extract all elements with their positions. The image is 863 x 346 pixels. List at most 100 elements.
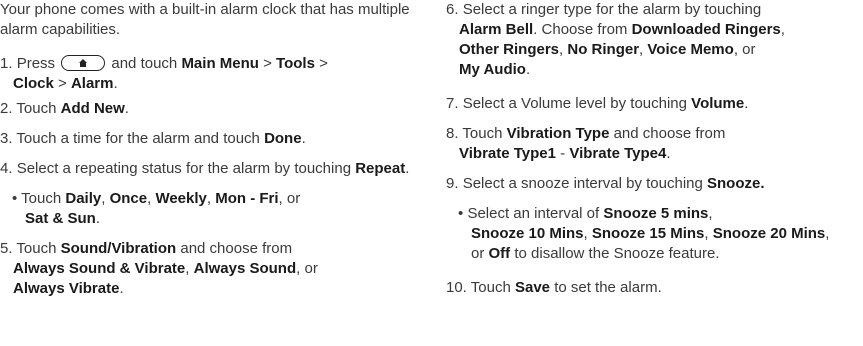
comma: , xyxy=(639,41,644,58)
period: . xyxy=(525,61,531,78)
comma: , xyxy=(704,225,709,242)
step-6: 6. Select a ringer type for the alarm by… xyxy=(446,0,863,80)
other-ringers-label: Other Ringers xyxy=(459,41,560,58)
snooze-label: Snooze. xyxy=(707,175,765,192)
comma: , xyxy=(101,190,106,207)
repeat-label: Repeat xyxy=(355,160,406,177)
period: . xyxy=(744,95,749,112)
step-number: 6. xyxy=(446,1,459,18)
comma: , xyxy=(559,41,564,58)
comma-or: , or xyxy=(733,41,756,58)
comma: , xyxy=(780,21,785,38)
step-number: 7. xyxy=(446,95,459,112)
step-10: 10. Touch Save to set the alarm. xyxy=(446,278,863,298)
my-audio-label: My Audio xyxy=(459,61,526,78)
step-text: . Choose from xyxy=(533,21,628,38)
alarm-label: Alarm xyxy=(70,75,114,92)
comma-or: , or xyxy=(296,260,318,277)
alarm-bell-label: Alarm Bell xyxy=(459,21,534,38)
step-3: 3. Touch a time for the alarm and touch … xyxy=(0,129,412,149)
done-label: Done xyxy=(264,130,302,147)
step-text: and choose from xyxy=(613,125,726,142)
snooze-10-label: Snooze 10 Mins xyxy=(471,225,584,242)
dash: - xyxy=(556,145,570,162)
clock-label: Clock xyxy=(13,75,54,92)
step-4: 4. Select a repeating status for the ala… xyxy=(0,159,412,229)
sat-sun-label: Sat & Sun xyxy=(25,210,96,227)
snooze-5-label: Snooze 5 mins xyxy=(603,205,709,222)
step-number: 10. xyxy=(446,279,467,296)
step-text: Touch a time for the alarm and touch xyxy=(16,130,260,147)
step-number: 2. xyxy=(0,100,13,117)
step-number: 4. xyxy=(0,160,13,177)
daily-label: Daily xyxy=(65,190,102,207)
step-number: 9. xyxy=(446,175,459,192)
step-text: and choose from xyxy=(180,240,293,257)
step-number: 1. xyxy=(0,55,13,72)
step-4-sub: • Touch Daily, Once, Weekly, Mon - Fri, … xyxy=(0,189,412,229)
weekly-label: Weekly xyxy=(155,190,207,207)
vibrate-type1-label: Vibrate Type1 xyxy=(459,145,556,162)
step-text: Select a ringer type for the alarm by to… xyxy=(462,1,762,18)
step-8: 8. Touch Vibration Type and choose from … xyxy=(446,124,863,164)
period: . xyxy=(666,145,671,162)
snooze-20-label: Snooze 20 Mins xyxy=(712,225,826,242)
no-ringer-label: No Ringer xyxy=(567,41,640,58)
period: . xyxy=(95,210,101,227)
mon-fri-label: Mon - Fri xyxy=(215,190,279,207)
period: . xyxy=(119,280,124,297)
step-text: Touch xyxy=(16,240,57,257)
step-9-sub: • Select an interval of Snooze 5 mins, S… xyxy=(446,204,863,264)
step-text: and touch xyxy=(111,55,178,72)
bullet: • xyxy=(12,190,18,207)
vibration-type-label: Vibration Type xyxy=(506,125,610,142)
always-vibrate-label: Always Vibrate xyxy=(13,280,120,297)
snooze-15-label: Snooze 15 Mins xyxy=(591,225,705,242)
step-number: 8. xyxy=(446,125,459,142)
home-key-icon xyxy=(61,55,106,71)
volume-label: Volume xyxy=(691,95,745,112)
main-menu-label: Main Menu xyxy=(181,55,259,72)
step-text: Select a snooze interval by touching xyxy=(462,175,703,192)
intro-paragraph: Your phone comes with a built-in alarm c… xyxy=(0,1,410,38)
comma: , xyxy=(185,260,190,277)
comma: , xyxy=(708,205,713,222)
sub-text: Touch xyxy=(21,190,62,207)
step-number: 3. xyxy=(0,130,13,147)
or-text: or xyxy=(471,245,485,262)
comma: , xyxy=(825,225,830,242)
comma: , xyxy=(147,190,152,207)
separator: > xyxy=(53,75,71,92)
period: . xyxy=(113,75,118,92)
step-text: Touch xyxy=(470,279,511,296)
sub-text: Select an interval of xyxy=(467,205,600,222)
step-text: Touch xyxy=(16,100,57,117)
left-column: Your phone comes with a built-in alarm c… xyxy=(0,0,412,299)
separator: > xyxy=(314,55,328,72)
step-9: 9. Select a snooze interval by touching … xyxy=(446,174,863,264)
step-text: to set the alarm. xyxy=(554,279,662,296)
step-text: Press xyxy=(16,55,56,72)
comma: , xyxy=(583,225,588,242)
save-label: Save xyxy=(514,279,551,296)
once-label: Once xyxy=(109,190,148,207)
period: . xyxy=(301,130,306,147)
vibrate-type4-label: Vibrate Type4 xyxy=(569,145,667,162)
comma: , xyxy=(206,190,212,207)
sub-text: to disallow the Snooze feature. xyxy=(514,245,720,262)
off-label: Off xyxy=(488,245,511,262)
step-number: 5. xyxy=(0,240,13,257)
add-new-label: Add New xyxy=(60,100,125,117)
downloaded-ringers-label: Downloaded Ringers xyxy=(631,21,781,38)
bullet: • xyxy=(458,205,464,222)
always-sound-vibrate-label: Always Sound & Vibrate xyxy=(13,260,186,277)
step-2: 2. Touch Add New. xyxy=(0,99,412,119)
step-5: 5. Touch Sound/Vibration and choose from… xyxy=(0,239,412,299)
separator: > xyxy=(258,55,277,72)
step-7: 7. Select a Volume level by touching Vol… xyxy=(446,94,863,114)
tools-label: Tools xyxy=(276,55,315,72)
right-column: 6. Select a ringer type for the alarm by… xyxy=(446,0,863,298)
period: . xyxy=(405,160,410,177)
voice-memo-label: Voice Memo xyxy=(647,41,734,58)
step-text: Touch xyxy=(462,125,503,142)
